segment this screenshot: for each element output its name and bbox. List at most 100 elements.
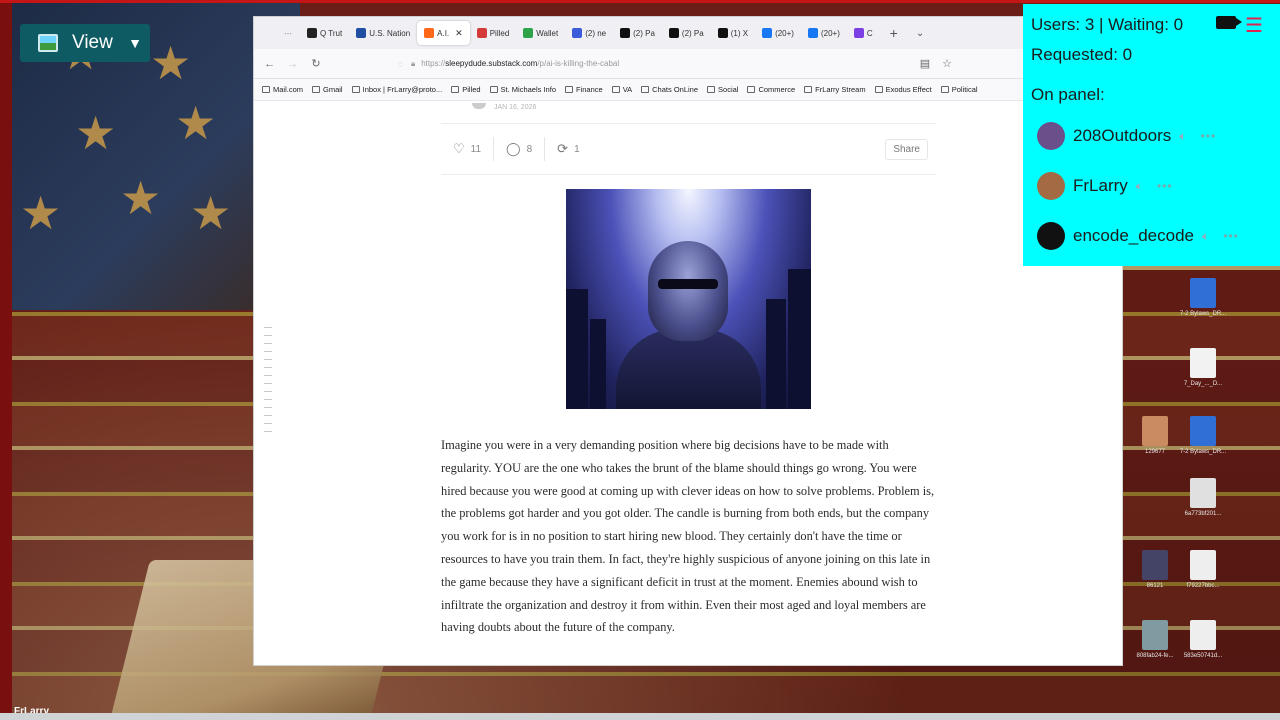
bookmark-item[interactable]: Commerce — [747, 85, 795, 94]
star-icon: ★ — [150, 36, 192, 90]
bookmark-item[interactable]: Gmail — [312, 85, 343, 94]
reader-view-icon[interactable]: ▤ — [920, 57, 930, 70]
hamburger-menu-icon[interactable]: ☰ — [1245, 13, 1263, 38]
restack-icon: ⟳ — [557, 141, 569, 156]
restack-button[interactable]: ⟳ 1 — [545, 137, 591, 161]
share-button[interactable]: Share — [885, 138, 928, 160]
desktop-file-icon[interactable]: 7-2 Bylaws_DR... — [1177, 278, 1229, 317]
browser-tab[interactable]: Q Trut — [300, 21, 349, 45]
bookmark-item[interactable]: VA — [611, 85, 632, 94]
more-options-icon[interactable]: ••• — [1157, 179, 1173, 193]
tab-favicon-icon — [572, 28, 583, 38]
tab-overflow-icon[interactable]: ⌄ — [916, 28, 924, 39]
desktop-file-icon[interactable]: 7_Day_..._D... — [1177, 348, 1229, 387]
star-icon: ★ — [175, 96, 217, 150]
bookmark-item[interactable]: Chats OnLine — [641, 85, 698, 94]
avatar — [1037, 122, 1065, 150]
url-prefix: https:// — [421, 59, 446, 68]
address-bar[interactable]: ◌ 🔒︎ https://sleepydude.substack.com/p/a… — [398, 53, 920, 75]
avatar — [1037, 222, 1065, 250]
folder-icon — [874, 86, 883, 93]
file-thumbnail — [1190, 478, 1216, 508]
more-options-icon[interactable]: ••• — [1223, 229, 1239, 243]
file-label: 808fab24-fe... — [1136, 653, 1174, 659]
file-thumbnail — [1142, 550, 1168, 580]
bookmark-item[interactable]: FrLarry Stream — [804, 85, 866, 94]
camera-icon[interactable] — [1216, 16, 1242, 29]
tab-list-icon[interactable]: ⋯ — [284, 29, 292, 38]
folder-icon — [262, 86, 270, 93]
browser-tab[interactable]: Pilled — [470, 21, 517, 45]
browser-tab[interactable]: C — [847, 21, 880, 45]
tab-label: (20+) — [775, 28, 794, 38]
author-avatar — [472, 103, 486, 109]
new-tab-icon[interactable]: + — [890, 25, 898, 41]
reload-icon[interactable]: ↻ — [304, 57, 327, 70]
more-options-icon[interactable]: ••• — [1201, 129, 1217, 143]
bookmark-item[interactable]: Mail.com — [262, 85, 303, 94]
like-button[interactable]: ♡ 11 — [441, 137, 495, 161]
folder-icon — [747, 86, 756, 93]
speaker-icon[interactable]: 🔈︎ — [1202, 229, 1209, 244]
article-body: Imagine you were in a very demanding pos… — [441, 438, 935, 635]
bookmark-item[interactable]: Exodus Effect — [874, 85, 932, 94]
tab-favicon-icon — [668, 28, 679, 38]
bookmark-star-icon[interactable]: ☆ — [942, 57, 952, 70]
bookmark-item[interactable]: Finance — [565, 85, 603, 94]
article-hero-image — [566, 189, 811, 409]
article-date: JAN 16, 2026 — [493, 104, 537, 111]
tab-label: U.S. Nation — [369, 28, 411, 38]
bookmark-label: St. Michaels Info — [500, 85, 556, 94]
speaker-icon[interactable]: 🔈︎ — [1179, 129, 1186, 144]
desktop-file-icon[interactable]: 86121 — [1129, 550, 1181, 589]
avatar — [1037, 172, 1065, 200]
desktop-file-icon[interactable]: 129677 — [1129, 416, 1181, 455]
browser-tab[interactable]: (20+) — [755, 21, 801, 45]
bookmark-label: Political — [951, 85, 978, 94]
bookmark-item[interactable]: Pilled — [451, 85, 481, 94]
like-count: 11 — [470, 143, 482, 155]
comment-button[interactable]: ◯ 8 — [494, 137, 546, 161]
browser-tab[interactable]: (2) Pa — [662, 21, 711, 45]
panel-member[interactable]: FrLarry 🔈︎ ••• — [1037, 172, 1173, 200]
desktop-file-icon[interactable]: 6a773bf201... — [1177, 478, 1229, 517]
desktop-file-icon[interactable]: 7-2 Bylaws_DR... — [1177, 416, 1229, 455]
panel-member[interactable]: encode_decode 🔈︎ ••• — [1037, 222, 1239, 250]
panel-member[interactable]: 208Outdoors 🔈︎ ••• — [1037, 122, 1216, 150]
member-name: FrLarry — [1073, 176, 1128, 195]
tab-label: (2) Pa — [681, 28, 704, 38]
desktop-icon-grid: 7-2 Bylaws_DR... 7_Day_..._D... 129677 7-2 … — [1123, 268, 1238, 668]
browser-tab[interactable]: (20+) — [801, 21, 847, 45]
browser-tab[interactable]: A.I. ✕ — [417, 21, 470, 45]
forward-arrow-icon[interactable]: → — [281, 58, 304, 70]
bookmark-item[interactable]: Political — [940, 85, 978, 94]
users-panel: Users: 3 | Waiting: 0 ☰ Requested: 0 On … — [1023, 4, 1280, 266]
bookmark-item[interactable]: St. Michaels Info — [489, 85, 556, 94]
folder-icon — [451, 86, 460, 93]
tab-label: (1) X — [730, 28, 749, 38]
bookmark-label: Gmail — [323, 85, 343, 94]
tab-favicon-icon — [424, 28, 435, 38]
desktop-file-icon[interactable]: 583e50741d... — [1177, 620, 1229, 659]
tab-favicon-icon — [620, 28, 631, 38]
browser-tab[interactable]: (2) Pa — [613, 21, 662, 45]
tab-label: Q Trut — [320, 28, 343, 38]
lock-icon: 🔒︎ — [410, 58, 416, 68]
desktop-file-icon[interactable]: f79227bbc... — [1177, 550, 1229, 589]
bookmark-item[interactable]: Social — [707, 85, 738, 94]
desktop-file-icon[interactable]: 808fab24-fe... — [1129, 620, 1181, 659]
bookmark-item[interactable]: Inbox | FrLarry@proto... — [351, 85, 442, 94]
file-thumbnail — [1190, 550, 1216, 580]
browser-tab[interactable]: U.S. Nation — [349, 21, 417, 45]
bookmark-label: Social — [718, 85, 739, 94]
browser-tab[interactable]: (2) ne — [565, 21, 613, 45]
view-dropdown-button[interactable]: View ▼ — [20, 24, 150, 62]
browser-tab[interactable]: (1) X — [711, 21, 755, 45]
close-tab-icon[interactable]: ✕ — [455, 28, 463, 39]
comment-count: 8 — [526, 143, 533, 155]
back-arrow-icon[interactable]: ← — [258, 58, 281, 70]
speaker-icon[interactable]: 🔈︎ — [1136, 179, 1143, 194]
browser-tab[interactable]: Wallet — [516, 21, 565, 45]
red-border — [0, 0, 1280, 3]
image-icon — [38, 34, 58, 52]
